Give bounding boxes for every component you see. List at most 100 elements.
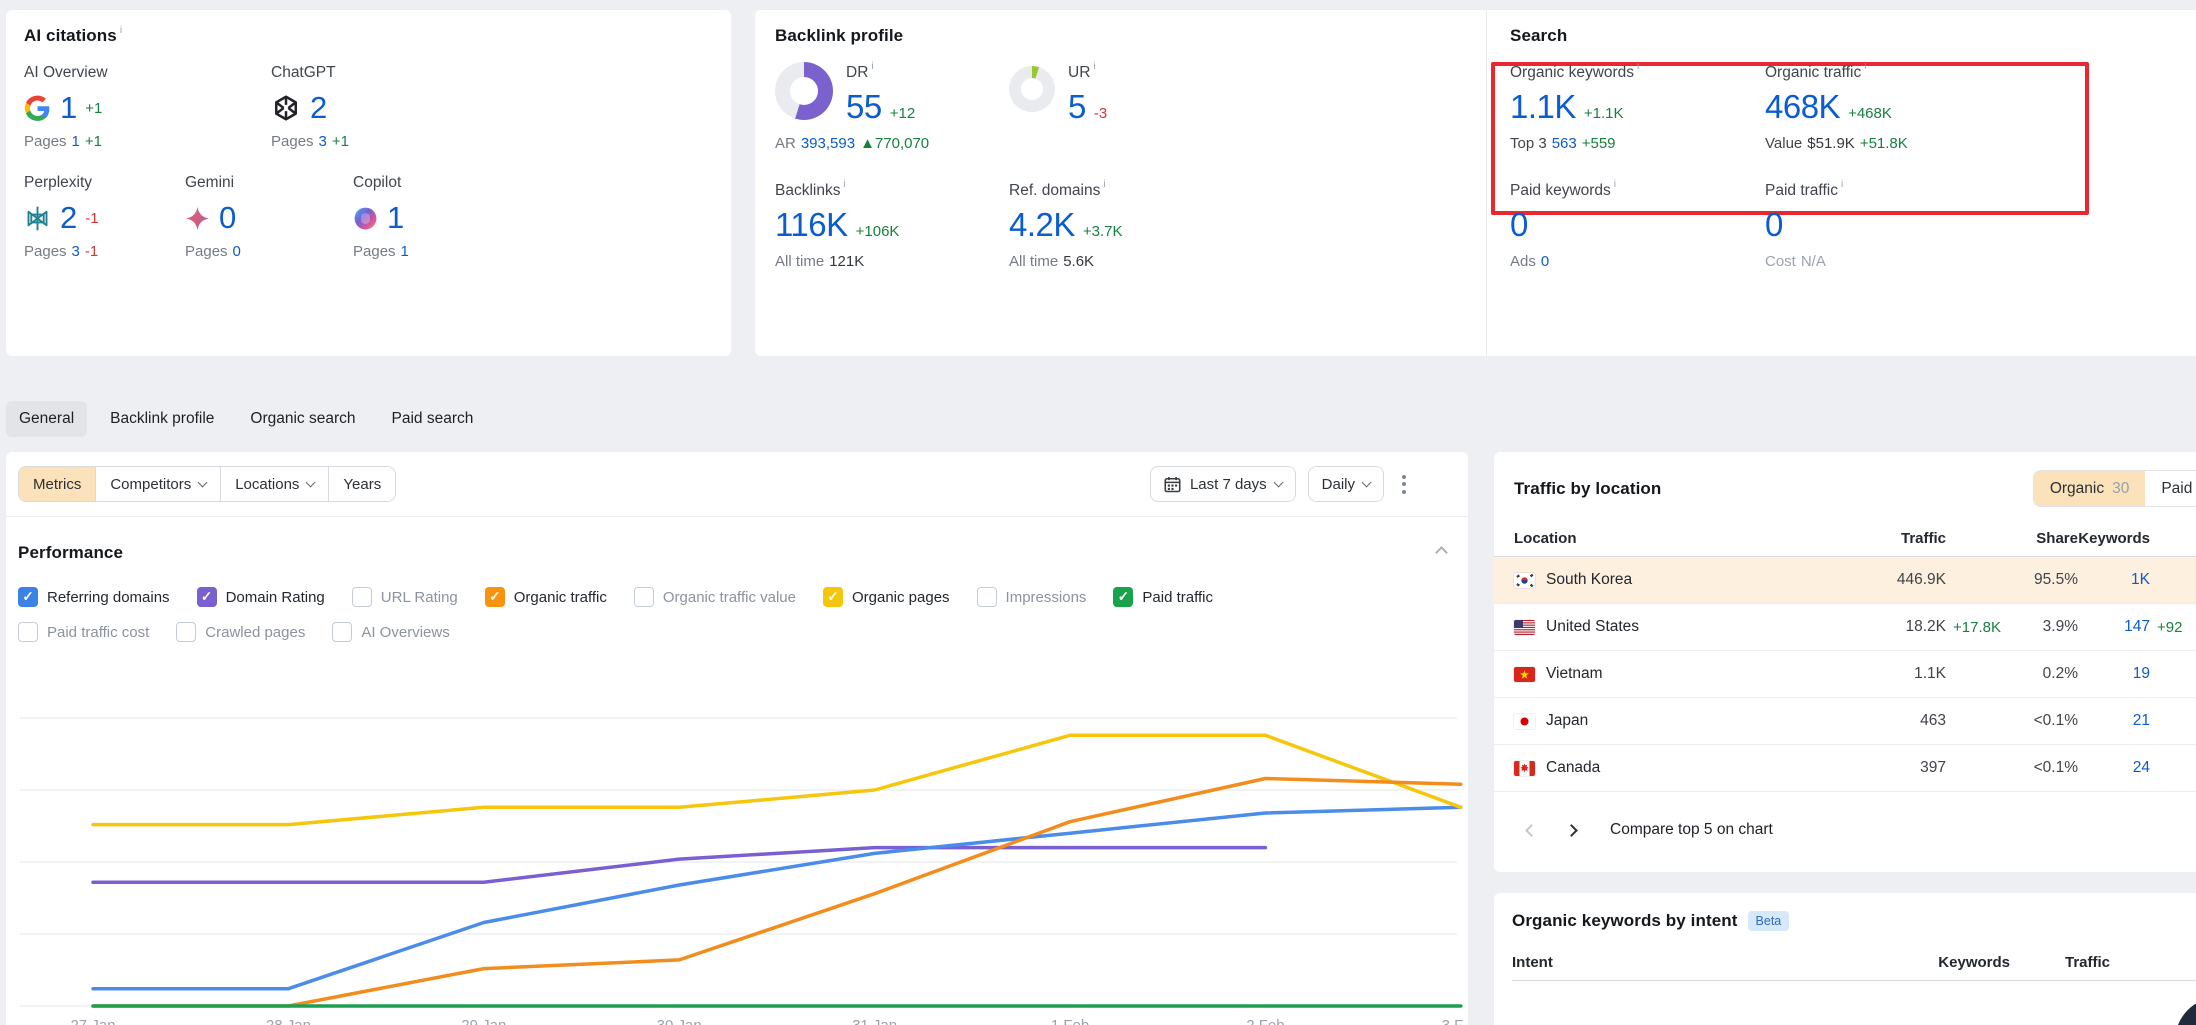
keywords-count-link[interactable]: 147: [2078, 618, 2150, 636]
organic-traffic-value-link[interactable]: 468K: [1765, 87, 1840, 127]
metric-checkbox-referring-domains[interactable]: ✓Referring domains: [18, 587, 170, 607]
pages-line: Pages1+1: [24, 133, 271, 150]
unchecked-checkbox-icon: [634, 587, 654, 607]
info-icon[interactable]: i: [1614, 179, 1616, 190]
location-row-japan[interactable]: Japan463<0.1%21: [1494, 698, 2196, 745]
pages-count[interactable]: 3: [319, 133, 327, 150]
keywords-count-link[interactable]: 19: [2078, 665, 2150, 683]
ai-citations-row-2: Perplexity2-1Pages3-1Gemini0Pages0Copilo…: [24, 172, 713, 260]
toggle-paid[interactable]: Paid0: [2145, 471, 2196, 506]
metric-checkbox-paid-traffic-cost[interactable]: Paid traffic cost: [18, 622, 149, 642]
info-icon[interactable]: i: [1093, 61, 1095, 72]
paid-traffic-value-link[interactable]: 0: [1765, 205, 1783, 245]
info-icon[interactable]: i: [120, 25, 122, 36]
info-icon[interactable]: i: [843, 179, 845, 190]
pages-change: +1: [332, 133, 349, 150]
ads-line: Ads0: [1510, 252, 1765, 272]
metric-checkbox-url-rating[interactable]: URL Rating: [352, 587, 458, 607]
ar-value-link[interactable]: 393,593: [801, 135, 855, 152]
keywords-count-link[interactable]: 1K: [2078, 571, 2150, 589]
metric-checkbox-organic-pages[interactable]: ✓Organic pages: [823, 587, 950, 607]
filter-years[interactable]: Years: [329, 467, 395, 501]
info-icon[interactable]: i: [1864, 61, 1866, 72]
locations-table: Location Traffic Share Keywords South Ko…: [1494, 520, 2196, 792]
column-location: Location: [1514, 530, 1846, 547]
info-icon[interactable]: i: [871, 61, 873, 72]
metric-checkbox-organic-traffic-value[interactable]: Organic traffic value: [634, 587, 796, 607]
tab-general[interactable]: General: [6, 401, 87, 437]
previous-page-button[interactable]: [1518, 817, 1544, 843]
metric-checkbox-paid-traffic[interactable]: ✓Paid traffic: [1113, 587, 1213, 607]
tab-backlink-profile[interactable]: Backlink profile: [97, 401, 227, 437]
pages-line: Pages3+1: [271, 133, 354, 150]
pages-change: +1: [85, 133, 102, 150]
beta-badge: Beta: [1748, 911, 1790, 931]
metric-checkbox-impressions[interactable]: Impressions: [977, 587, 1087, 607]
filter-segmented-control: MetricsCompetitorsLocationsYears: [18, 466, 396, 502]
toggle-organic[interactable]: Organic30: [2034, 471, 2146, 506]
ai-source-label: Copilot: [353, 172, 414, 194]
performance-card: MetricsCompetitorsLocationsYears Last 7 …: [6, 452, 1468, 1025]
backlinks-alltime: All time121K: [775, 252, 1009, 272]
granularity-button[interactable]: Daily: [1308, 466, 1384, 502]
metric-checkbox-organic-traffic[interactable]: ✓Organic traffic: [485, 587, 607, 607]
chart-line-referring-domains: [93, 807, 1461, 988]
ai-citations-grid: AI Overview1+1Pages1+1ChatGPT2Pages3+1Pe…: [24, 62, 713, 260]
date-range-button[interactable]: Last 7 days: [1150, 466, 1296, 502]
x-axis-label: 27 Jan: [70, 1017, 115, 1025]
dr-change: +12: [890, 105, 915, 122]
search-title: Search: [1510, 26, 1567, 45]
citations-change: -1: [85, 210, 98, 227]
keywords-count-link[interactable]: 21: [2078, 712, 2150, 730]
location-row-united-states[interactable]: United States18.2K+17.8K3.9%147+92: [1494, 604, 2196, 651]
backlinks-change: +106K: [856, 223, 900, 240]
citations-count[interactable]: 2: [60, 200, 77, 236]
metric-checkbox-domain-rating[interactable]: ✓Domain Rating: [197, 587, 325, 607]
compare-top5-link[interactable]: Compare top 5 on chart: [1610, 821, 1773, 839]
metric-toggles-row-2: Paid traffic cost Crawled pages AI Overvie…: [6, 622, 1468, 642]
more-options-kebab-button[interactable]: [1396, 469, 1412, 500]
pages-count[interactable]: 3: [72, 243, 80, 260]
paid-keywords-value-link[interactable]: 0: [1510, 205, 1528, 245]
flag-icon-ca: [1514, 761, 1535, 776]
organic-keywords-label: Organic keywords: [1510, 64, 1634, 81]
keywords-count-link[interactable]: 24: [2078, 759, 2150, 777]
locations-table-header: Location Traffic Share Keywords: [1494, 520, 2196, 557]
next-page-button[interactable]: [1558, 817, 1584, 843]
location-name: United States: [1546, 618, 1639, 636]
top3-value-link[interactable]: 563: [1552, 135, 1577, 152]
organic-keywords-value-link[interactable]: 1.1K: [1510, 87, 1576, 127]
location-row-south-korea[interactable]: South Korea446.9K95.5%1K: [1494, 557, 2196, 604]
metric-checkbox-ai-overviews[interactable]: AI Overviews: [332, 622, 449, 642]
tab-organic-search[interactable]: Organic search: [237, 401, 368, 437]
backlinks-block: Backlinksi 116K+106K All time121K: [775, 180, 1009, 272]
tab-paid-search[interactable]: Paid search: [379, 401, 487, 437]
citations-count[interactable]: 1: [60, 90, 77, 126]
collapse-section-button[interactable]: [1429, 544, 1446, 562]
info-icon[interactable]: i: [1637, 61, 1639, 72]
ai-citation-chatgpt: ChatGPT2Pages3+1: [271, 62, 354, 150]
flag-icon-vn: [1514, 667, 1535, 682]
backlinks-value-link[interactable]: 116K: [775, 205, 848, 245]
filter-competitors[interactable]: Competitors: [96, 467, 221, 501]
filter-locations[interactable]: Locations: [221, 467, 329, 501]
location-row-vietnam[interactable]: Vietnam1.1K0.2%19: [1494, 651, 2196, 698]
traffic-change: +17.8K: [1946, 619, 2022, 636]
info-icon[interactable]: i: [1103, 179, 1105, 190]
pages-count[interactable]: 0: [233, 243, 241, 260]
metric-checkbox-crawled-pages[interactable]: Crawled pages: [176, 622, 305, 642]
ref-domains-value-link[interactable]: 4.2K: [1009, 205, 1075, 245]
location-row-canada[interactable]: Canada397<0.1%24: [1494, 745, 2196, 792]
pages-count[interactable]: 1: [401, 243, 409, 260]
unchecked-checkbox-icon: [332, 622, 352, 642]
citations-count[interactable]: 2: [310, 90, 327, 126]
chart-toolbar: MetricsCompetitorsLocationsYears Last 7 …: [6, 452, 1468, 517]
info-icon[interactable]: i: [1841, 179, 1843, 190]
citations-count[interactable]: 0: [219, 200, 236, 236]
column-keywords: Keywords: [1900, 954, 2010, 971]
pages-count[interactable]: 1: [72, 133, 80, 150]
x-axis-label: 31 Jan: [852, 1017, 897, 1025]
citations-count[interactable]: 1: [387, 200, 404, 236]
filter-metrics[interactable]: Metrics: [19, 467, 96, 501]
traffic-value: 18.2K: [1846, 618, 1946, 636]
